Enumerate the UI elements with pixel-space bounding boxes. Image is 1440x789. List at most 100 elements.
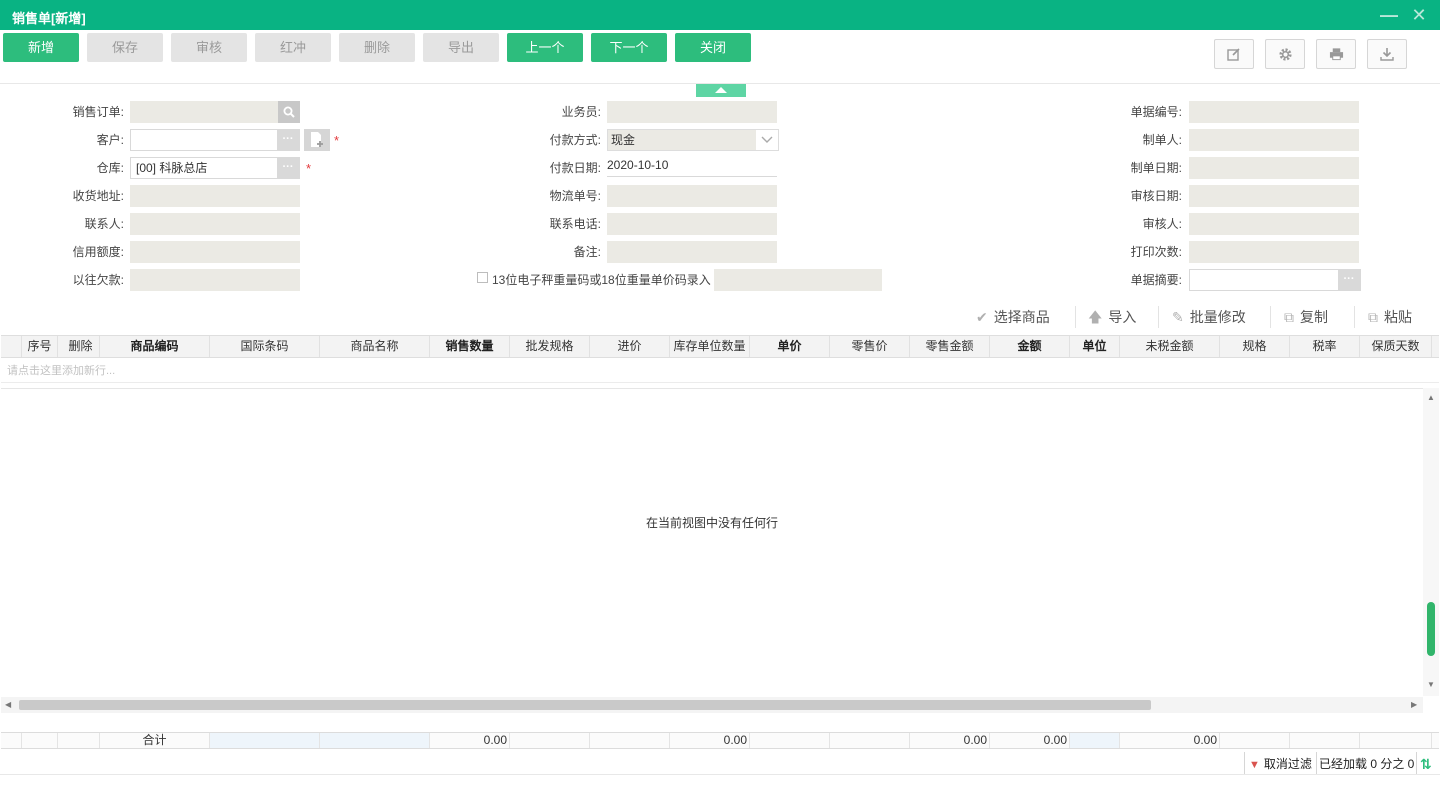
add-new-row[interactable]: 请点击这里添加新行... [1,359,1439,383]
minimize-icon[interactable]: — [1380,6,1398,24]
totals-amount: 0.00 [990,733,1070,748]
doc-summary-field[interactable]: ··· [1189,269,1361,291]
red-reverse-button[interactable]: 红冲 [255,33,331,62]
scroll-up-icon[interactable]: ▲ [1427,393,1435,402]
salesperson-field[interactable] [607,101,777,123]
remark-field[interactable] [607,241,777,263]
print-count-field[interactable] [1189,241,1359,263]
totals-untaxed-amount: 0.00 [1120,733,1220,748]
grid-col-untaxed-amount[interactable]: 未税金额 [1120,336,1220,357]
status-separator [1244,752,1245,774]
audit-date-label: 审核日期: [1130,189,1182,203]
scroll-left-icon[interactable]: ◀ [5,700,11,709]
grid-col-sales-qty[interactable]: 销售数量 [430,336,510,357]
edit-icon[interactable] [1214,39,1254,69]
close-icon[interactable]: ✕ [1410,6,1428,24]
import-action[interactable]: 🡅 导入 [1088,306,1136,328]
grid-col-item-code[interactable]: 商品编码 [100,336,210,357]
payment-method-label: 付款方式: [549,133,601,147]
previous-button[interactable]: 上一个 [507,33,583,62]
totals-cell [62,733,100,748]
create-date-field[interactable] [1189,157,1359,179]
audit-date-field[interactable] [1189,185,1359,207]
totals-cell [320,733,430,748]
close-button[interactable]: 关闭 [675,33,751,62]
download-icon[interactable] [1367,39,1407,69]
delete-button[interactable]: 删除 [339,33,415,62]
batch-edit-action[interactable]: ✎ 批量修改 [1172,306,1246,328]
audit-button[interactable]: 审核 [171,33,247,62]
more-icon[interactable]: ··· [277,158,299,178]
delivery-address-label: 收货地址: [72,189,124,203]
credit-limit-field[interactable] [130,241,300,263]
customer-label: 客户: [96,133,124,147]
grid-horizontal-scrollbar[interactable]: ◀ ▶ [1,697,1423,713]
payment-method-select[interactable]: 现金 [607,129,779,151]
grid-col-unit[interactable]: 单位 [1070,336,1120,357]
grid-col-barcode[interactable]: 国际条码 [210,336,320,357]
grid-col-spec[interactable]: 规格 [1220,336,1290,357]
warehouse-field[interactable]: [00] 科脉总店 ··· [130,157,300,179]
chevron-down-icon[interactable] [756,130,778,150]
contact-field[interactable] [130,213,300,235]
logistics-no-field[interactable] [607,185,777,207]
next-button[interactable]: 下一个 [591,33,667,62]
copy-action[interactable]: ⧉ 复制 [1284,306,1328,328]
payment-date-field[interactable]: 2020-10-10 [607,155,777,177]
grid-col-delete[interactable]: 删除 [62,336,100,357]
scroll-down-icon[interactable]: ▼ [1427,680,1435,689]
edit-icon: ✎ [1172,309,1184,325]
phone-field[interactable] [607,213,777,235]
totals-retail-amount: 0.00 [910,733,990,748]
doc-number-field[interactable] [1189,101,1359,123]
search-icon[interactable] [278,101,300,123]
sales-order-field[interactable] [130,101,300,123]
grid-col-wholesale-spec[interactable]: 批发规格 [510,336,590,357]
export-button[interactable]: 导出 [423,33,499,62]
grid-col-unit-price[interactable]: 单价 [750,336,830,357]
collapse-header-toggle[interactable] [696,84,746,97]
grid-col-tax-rate[interactable]: 税率 [1290,336,1360,357]
status-separator [1316,752,1317,774]
totals-cell [1070,733,1120,748]
add-customer-button[interactable] [304,129,330,151]
creator-field[interactable] [1189,129,1359,151]
grid-col-stock-unit-qty[interactable]: 库存单位数量 [670,336,750,357]
grid-col-shelf-life[interactable]: 保质天数 [1360,336,1432,357]
previous-debt-field[interactable] [130,269,300,291]
grid-col-purchase-price[interactable]: 进价 [590,336,670,357]
totals-cell [22,733,58,748]
credit-limit-label: 信用额度: [72,245,124,259]
grid-col-seq[interactable]: 序号 [22,336,58,357]
delivery-address-field[interactable] [130,185,300,207]
paste-icon: ⧉ [1368,309,1378,325]
gear-icon[interactable] [1265,39,1305,69]
paste-action[interactable]: ⧉ 粘贴 [1368,306,1412,328]
filter-clear-icon: ▼ [1249,759,1260,771]
auditor-field[interactable] [1189,213,1359,235]
more-icon[interactable]: ··· [277,130,299,150]
grid-col-retail-amount[interactable]: 零售金额 [910,336,990,357]
scale-code-field[interactable] [714,269,882,291]
more-icon[interactable]: ··· [1338,270,1360,290]
grid-col-amount[interactable]: 金额 [990,336,1070,357]
horizontal-scroll-thumb[interactable] [19,700,1151,710]
vertical-scroll-thumb[interactable] [1427,602,1435,656]
refresh-icon[interactable]: ⇅ [1420,754,1432,774]
scroll-right-icon[interactable]: ▶ [1411,700,1417,709]
scale-code-checkbox[interactable] [477,272,488,283]
grid-col-retail-price[interactable]: 零售价 [830,336,910,357]
new-button[interactable]: 新增 [3,33,79,62]
grid-col-item-name[interactable]: 商品名称 [320,336,430,357]
grid-vertical-scrollbar[interactable]: ▲ ▼ [1423,388,1439,696]
totals-cell [830,733,910,748]
customer-field[interactable]: ··· [130,129,300,151]
previous-debt-label: 以往欠款: [72,273,124,287]
cancel-filter-button[interactable]: ▼ 取消过滤 [1249,754,1312,774]
grid-body: 在当前视图中没有任何行 [1,388,1423,696]
print-icon[interactable] [1316,39,1356,69]
save-button[interactable]: 保存 [87,33,163,62]
action-separator [1270,306,1271,328]
contact-label: 联系人: [84,217,124,231]
select-goods-action[interactable]: ✔ 选择商品 [976,306,1050,328]
